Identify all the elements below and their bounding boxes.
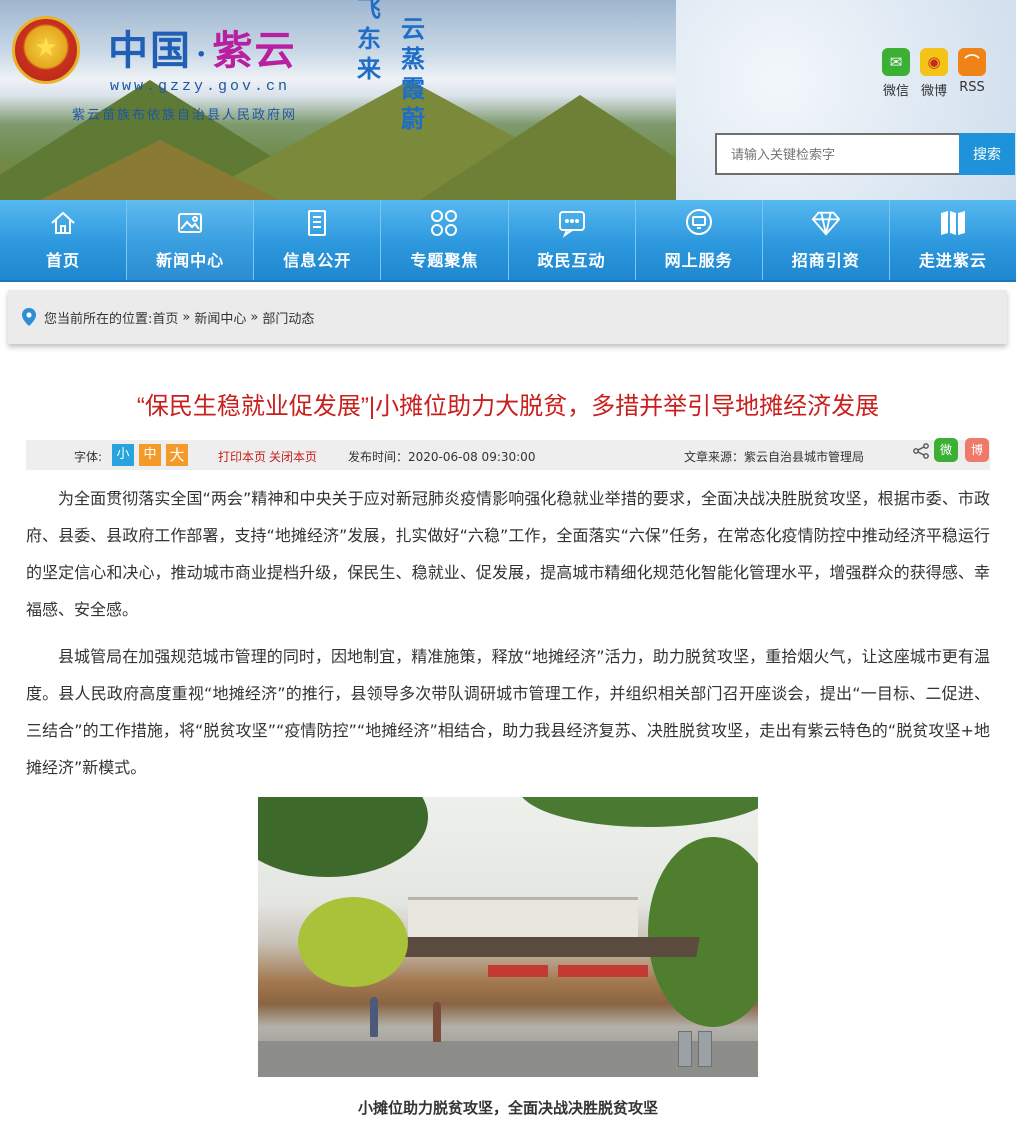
rss-link[interactable]: ⌒ RSS bbox=[958, 48, 986, 95]
print-link[interactable]: 打印本页 bbox=[218, 448, 266, 465]
article-title: “保民生稳就业促发展”|小摊位助力大脱贫，多措并举引导地摊经济发展 bbox=[136, 393, 880, 420]
close-page-link[interactable]: 关闭本页 bbox=[269, 448, 317, 465]
font-small-button[interactable]: 小 bbox=[112, 444, 134, 466]
weibo-link[interactable]: ◉ 微博 bbox=[920, 48, 948, 99]
font-medium-button[interactable]: 中 bbox=[139, 444, 161, 466]
photo-caption: 小摊位助力脱贫攻坚，全面决战决胜脱贫攻坚 bbox=[357, 1099, 658, 1117]
diamond-icon bbox=[811, 208, 841, 238]
rss-icon: ⌒ bbox=[958, 48, 986, 76]
nav-item-home[interactable]: 首页 bbox=[0, 200, 128, 280]
breadcrumb-news-center[interactable]: 新闻中心 bbox=[194, 308, 246, 327]
weibo-icon: ◉ bbox=[920, 48, 948, 76]
site-url: www.gzzy.gov.cn bbox=[110, 78, 291, 95]
publish-date: 发布时间：2020-06-08 09:30:00 bbox=[348, 450, 536, 464]
wechat-link[interactable]: ✉ 微信 bbox=[882, 48, 910, 99]
poem-column-2: 云蒸霞蔚 bbox=[401, 14, 425, 133]
document-icon bbox=[302, 208, 332, 238]
site-subtitle: 紫云苗族布依族自治县人民政府网 bbox=[72, 108, 298, 123]
chat-icon bbox=[557, 208, 587, 238]
monitor-icon bbox=[684, 208, 714, 238]
share-icon[interactable] bbox=[912, 442, 930, 460]
site-title[interactable]: 中国 · 紫云 bbox=[108, 18, 296, 76]
map-icon bbox=[938, 208, 968, 238]
grid-circles-icon bbox=[429, 208, 459, 238]
header-banner: ★ 中国 · 紫云 www.gzzy.gov.cn 紫云苗族布依族自治县人民政府网 … bbox=[0, 0, 1016, 200]
article-meta-bar: 字体: 小 中 大 打印本页 关闭本页 发布时间：2020-06-08 09:3… bbox=[26, 438, 990, 470]
wechat-icon: ✉ bbox=[882, 48, 910, 76]
article-paragraph-1: 为全面贯彻落实全国“两会”精神和中央关于应对新冠肺炎疫情影响强化稳就业举措的要求… bbox=[26, 489, 990, 619]
breadcrumb-home[interactable]: 首页 bbox=[152, 308, 178, 327]
banner-landscape bbox=[0, 0, 740, 200]
nav-item-about-ziyun[interactable]: 走进紫云 bbox=[890, 200, 1016, 280]
location-pin-icon bbox=[22, 308, 36, 326]
article-source: 文章来源：紫云自治县城市管理局 bbox=[684, 450, 865, 464]
nav-item-news[interactable]: 新闻中心 bbox=[127, 200, 255, 280]
search-button[interactable]: 搜索 bbox=[959, 133, 1015, 175]
font-large-button[interactable]: 大 bbox=[166, 444, 188, 466]
font-size-label: 字体: bbox=[74, 450, 103, 464]
breadcrumb-prefix: 您当前所在的位置: bbox=[44, 311, 153, 327]
nav-item-interaction[interactable]: 政民互动 bbox=[509, 200, 636, 280]
nav-item-investment[interactable]: 招商引资 bbox=[763, 200, 890, 280]
nav-item-info[interactable]: 信息公开 bbox=[254, 200, 382, 280]
breadcrumb: 您当前所在的位置: 首页 » 新闻中心 » 部门动态 bbox=[8, 290, 1007, 344]
nav-item-online-service[interactable]: 网上服务 bbox=[636, 200, 763, 280]
poem-column-1: 飞东来 bbox=[357, 0, 381, 83]
article-paragraph-2: 县城管局在加强规范城市管理的同时，因地制宜，精准施策，释放“地摊经济”活力，助力… bbox=[26, 647, 990, 777]
main-nav: 首页 新闻中心 信息公开 专题聚焦 政民互动 网上服务 招商引资 走进紫云 bbox=[0, 200, 1016, 282]
article-photo bbox=[258, 797, 758, 1077]
breadcrumb-department-news[interactable]: 部门动态 bbox=[262, 308, 314, 327]
search-bar: 搜索 bbox=[715, 133, 1015, 175]
share-wechat-icon[interactable]: 微 bbox=[934, 438, 958, 462]
home-icon bbox=[48, 208, 78, 238]
national-emblem-icon: ★ bbox=[12, 16, 80, 84]
search-input[interactable] bbox=[715, 133, 959, 175]
image-icon bbox=[175, 208, 205, 238]
nav-item-topics[interactable]: 专题聚焦 bbox=[381, 200, 509, 280]
share-weibo-icon[interactable]: 博 bbox=[965, 438, 989, 462]
